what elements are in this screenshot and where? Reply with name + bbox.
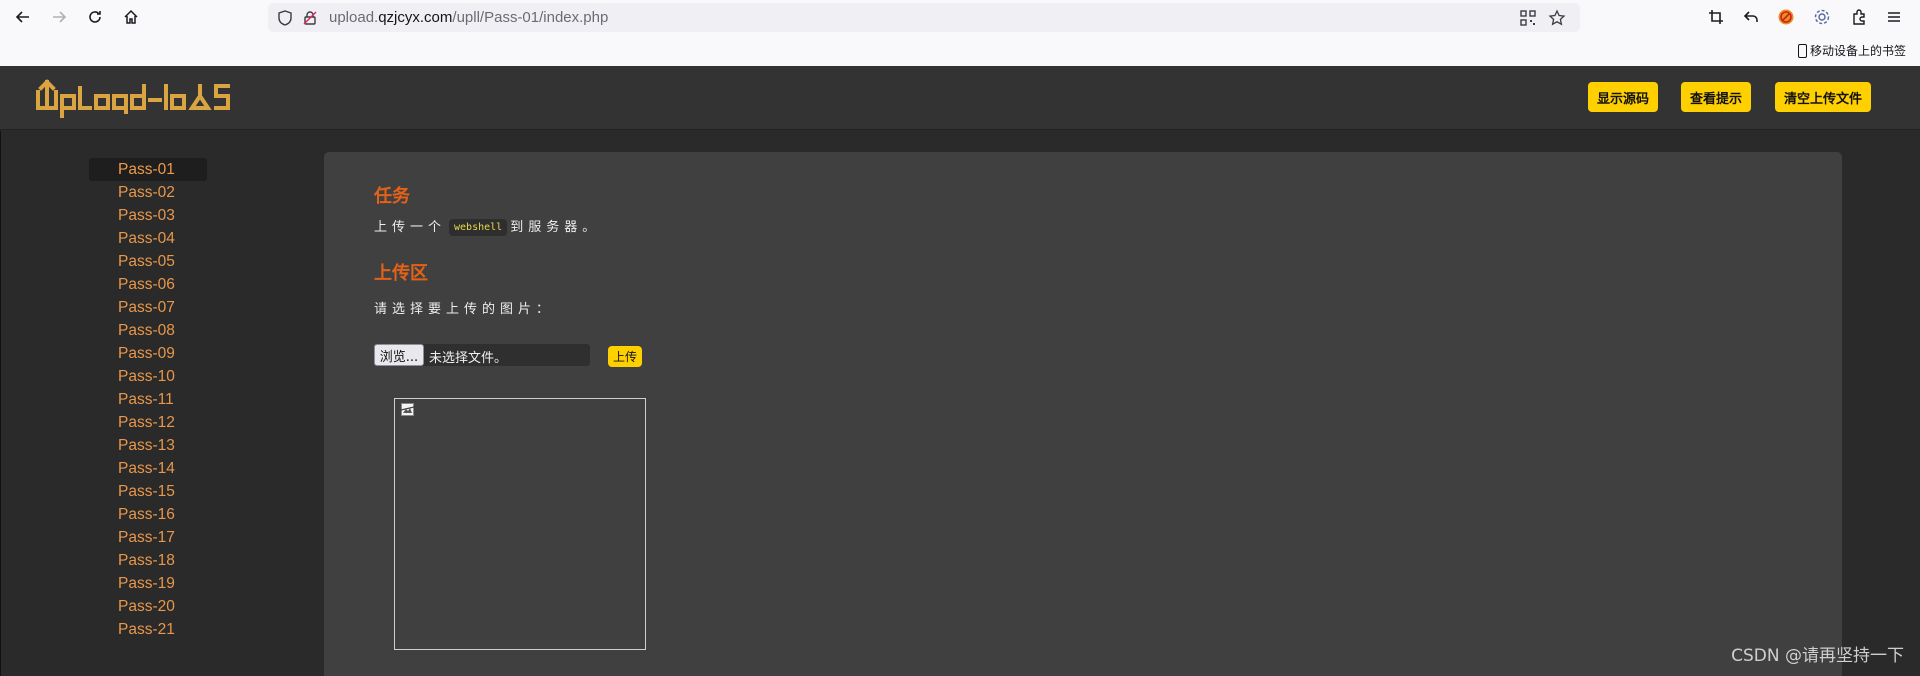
upload-submit-button[interactable]: 上传 [608,346,642,367]
address-bar[interactable]: upload.qzjcyx.com/upll/Pass-01/index.php [268,3,1580,32]
webshell-code: webshell [449,219,508,236]
csdn-watermark: CSDN @请再坚持一下 [1731,646,1904,666]
sidebar-item-pass-14[interactable]: Pass-14 [89,457,207,480]
sidebar-item-pass-20[interactable]: Pass-20 [89,595,207,618]
browser-toolbar: upload.qzjcyx.com/upll/Pass-01/index.php [0,0,1920,34]
mobile-phone-icon [1797,43,1807,58]
screenshot-crop-icon[interactable] [1706,7,1726,27]
sidebar-item-pass-01[interactable]: Pass-01 [89,158,207,181]
sidebar-item-pass-02[interactable]: Pass-02 [89,181,207,204]
browse-button[interactable]: 浏览... [374,344,424,366]
url-text[interactable]: upload.qzjcyx.com/upll/Pass-01/index.php [329,9,608,26]
sidebar-item-pass-18[interactable]: Pass-18 [89,549,207,572]
file-input[interactable]: 浏览... 未选择文件。 [374,344,590,366]
pass-sidebar: Pass-01 Pass-02 Pass-03 Pass-04 Pass-05 … [89,158,207,641]
insecure-lock-icon[interactable] [301,9,319,27]
sidebar-item-pass-17[interactable]: Pass-17 [89,526,207,549]
extensions-puzzle-icon[interactable] [1849,7,1869,27]
image-preview [394,398,646,650]
bookmark-star-icon[interactable] [1548,9,1566,27]
task-title: 任务 [374,186,410,207]
site-header: 显示源码 查看提示 清空上传文件 [0,66,1920,130]
extension-gear-icon[interactable] [1812,7,1832,27]
sidebar-item-pass-03[interactable]: Pass-03 [89,204,207,227]
reload-icon[interactable] [83,5,107,29]
shield-icon[interactable] [276,9,294,27]
sidebar-item-pass-13[interactable]: Pass-13 [89,434,207,457]
sidebar-item-pass-04[interactable]: Pass-04 [89,227,207,250]
upload-area-title: 上传区 [374,263,428,284]
sidebar-item-pass-08[interactable]: Pass-08 [89,319,207,342]
upload-prompt: 请选择要上传的图片： [374,302,555,317]
back-arrow-icon[interactable] [11,5,35,29]
forward-arrow-icon[interactable] [47,5,71,29]
sidebar-item-pass-19[interactable]: Pass-19 [89,572,207,595]
clear-uploads-button[interactable]: 清空上传文件 [1775,82,1871,112]
mobile-bookmarks-label: 移动设备上的书签 [1809,44,1906,58]
sidebar-item-pass-09[interactable]: Pass-09 [89,342,207,365]
sidebar-item-pass-10[interactable]: Pass-10 [89,365,207,388]
file-status: 未选择文件。 [429,351,508,366]
sidebar-item-pass-15[interactable]: Pass-15 [89,480,207,503]
home-icon[interactable] [119,5,143,29]
sidebar-item-pass-16[interactable]: Pass-16 [89,503,207,526]
sidebar-item-pass-12[interactable]: Pass-12 [89,411,207,434]
extension-blocked-icon[interactable] [1776,7,1796,27]
main-content: Pass-01 Pass-02 Pass-03 Pass-04 Pass-05 … [0,131,1920,676]
undo-arrow-icon[interactable] [1741,7,1761,27]
hamburger-menu-icon[interactable] [1884,7,1904,27]
sidebar-item-pass-07[interactable]: Pass-07 [89,296,207,319]
upload-labs-logo[interactable] [36,78,266,120]
task-description: 上传一个 webshell 到服务器。 [374,219,601,236]
view-hint-button[interactable]: 查看提示 [1681,82,1751,112]
sidebar-item-pass-21[interactable]: Pass-21 [89,618,207,641]
qr-code-icon[interactable] [1519,9,1537,27]
sidebar-item-pass-06[interactable]: Pass-06 [89,273,207,296]
bookmarks-bar: 移动设备上的书签 [0,34,1920,66]
sidebar-item-pass-11[interactable]: Pass-11 [89,388,207,411]
mobile-bookmarks-folder[interactable]: 移动设备上的书签 [1797,42,1906,59]
upload-panel: 任务 上传一个 webshell 到服务器。 上传区 请选择要上传的图片： 浏览..… [324,152,1842,676]
broken-image-icon [401,403,414,416]
show-source-button[interactable]: 显示源码 [1588,82,1658,112]
sidebar-item-pass-05[interactable]: Pass-05 [89,250,207,273]
